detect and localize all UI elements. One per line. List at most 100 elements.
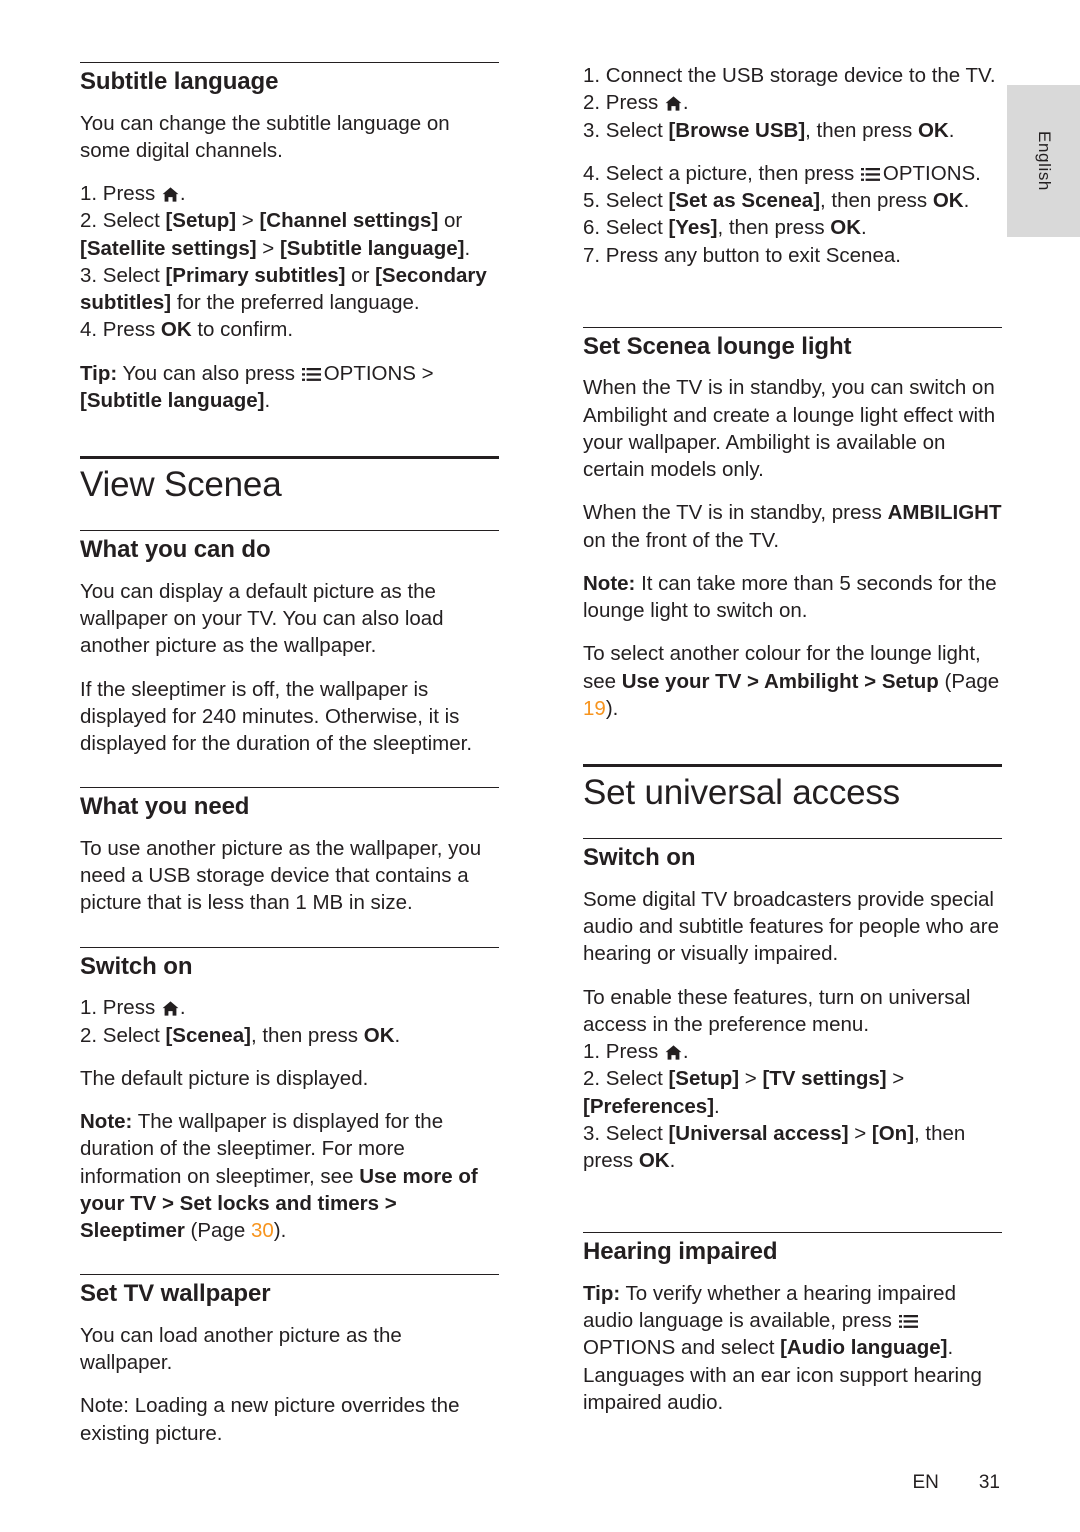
step-2-e: . bbox=[394, 1023, 401, 1047]
step-2-ok: OK bbox=[363, 1023, 395, 1047]
page-reference[interactable]: 30 bbox=[251, 1219, 274, 1242]
para3-crossref: Use your TV > Ambilight > Setup bbox=[621, 669, 939, 693]
lounge-light-para3: To select another colour for the lounge … bbox=[583, 640, 1002, 722]
para2-a: When the TV is in standby, press bbox=[583, 501, 888, 525]
options-icon bbox=[301, 367, 321, 382]
step-1-text: 1. Press bbox=[80, 996, 156, 1020]
step-2-g: . bbox=[714, 1094, 720, 1118]
step-7: 7. Press any button to exit Scenea. bbox=[583, 243, 901, 267]
switch-on-steps: 1. Press . 2. Select [Scenea], then pres… bbox=[80, 994, 499, 1049]
step-2-period: . bbox=[682, 91, 689, 115]
home-icon bbox=[162, 187, 179, 202]
step-3-e: for the preferred language. bbox=[171, 291, 420, 315]
step-5-set-as-scenea: [Set as Scenea] bbox=[668, 189, 821, 212]
heading-hearing-impaired: Hearing impaired bbox=[583, 1238, 778, 1266]
heading-switch-on: Switch on bbox=[583, 844, 696, 872]
note-label: Note: bbox=[583, 571, 636, 595]
subtitle-language-steps: 1. Press . 2. Select [Setup] > [Channel … bbox=[80, 180, 499, 344]
step-2-satellite-settings: [Satellite settings] bbox=[80, 236, 257, 260]
home-icon bbox=[665, 1045, 682, 1060]
step-2-c: > bbox=[236, 209, 260, 233]
step-4-a: 4. Select a picture, then press bbox=[583, 161, 860, 185]
language-tab-label: English bbox=[1034, 131, 1054, 191]
right-column: 1. Connect the USB storage device to the… bbox=[583, 62, 1002, 1432]
ambilight-key: AMBILIGHT bbox=[887, 501, 1002, 525]
wallpaper-steps-group-2: 4. Select a picture, then press OPTIONS.… bbox=[583, 160, 1002, 269]
step-3-on: [On] bbox=[871, 1121, 915, 1145]
step-2-text: 2. Press bbox=[583, 91, 659, 115]
section-divider bbox=[80, 62, 499, 63]
what-you-can-do-para2: If the sleeptimer is off, the wallpaper … bbox=[80, 677, 473, 756]
tip-label: Tip: bbox=[80, 361, 118, 385]
step-3-c: , then press bbox=[805, 118, 918, 142]
step-5-ok: OK bbox=[932, 189, 964, 212]
step-2-a: 2. Select bbox=[80, 1023, 166, 1047]
note-label: Note: bbox=[80, 1110, 133, 1134]
step-5-a: 5. Select bbox=[583, 189, 669, 212]
section-lounge-light: Set Scenea lounge light When the TV is i… bbox=[583, 326, 1002, 722]
section-subtitle-language: Subtitle language You can change the sub… bbox=[80, 62, 499, 414]
tip-b: and select bbox=[675, 1336, 781, 1360]
switch-on-note: Note: The wallpaper is displayed for the… bbox=[80, 1108, 499, 1244]
step-3-c: > bbox=[848, 1121, 872, 1145]
step-3-ok: OK bbox=[917, 118, 949, 142]
note-a: It can take more than 5 seconds for the … bbox=[583, 571, 997, 623]
step-4-c: to confirm. bbox=[191, 318, 294, 342]
page-footer: EN 31 bbox=[0, 1472, 1000, 1494]
section-switch-on-universal-access: Switch on Some digital TV broadcasters p… bbox=[583, 838, 1002, 1174]
step-2-a: 2. Select bbox=[80, 209, 166, 233]
options-icon bbox=[860, 167, 880, 182]
chapter-divider bbox=[80, 456, 499, 460]
lounge-light-para2: When the TV is in standby, press AMBILIG… bbox=[583, 499, 1002, 554]
step-2-i: . bbox=[464, 236, 471, 260]
step-2-c: , then press bbox=[250, 1023, 364, 1047]
wallpaper-steps-group-1: 1. Connect the USB storage device to the… bbox=[583, 62, 1002, 144]
section-switch-on-scenea: Switch on 1. Press . 2. Select [Scenea],… bbox=[80, 946, 499, 1245]
step-6-ok: OK bbox=[830, 216, 862, 240]
step-3-g: . bbox=[669, 1149, 676, 1173]
subtitle-language-intro: You can change the subtitle language on … bbox=[80, 111, 450, 162]
step-5-e: . bbox=[963, 189, 970, 212]
step-2-scenea: [Scenea] bbox=[165, 1023, 251, 1047]
step-3-a: 3. Select bbox=[583, 118, 669, 142]
step-4-options-label: OPTIONS bbox=[882, 161, 976, 185]
tip-b: > bbox=[415, 361, 434, 385]
footer-page-number: 31 bbox=[978, 1472, 1000, 1493]
chapter-view-scenea: View Scenea bbox=[80, 456, 499, 504]
section-set-tv-wallpaper: Set TV wallpaper You can load another pi… bbox=[80, 1274, 499, 1447]
step-2-e: or bbox=[438, 209, 463, 233]
home-icon bbox=[665, 96, 682, 111]
section-what-you-can-do: What you can do You can display a defaul… bbox=[80, 530, 499, 757]
section-wallpaper-steps: 1. Connect the USB storage device to the… bbox=[583, 62, 1002, 269]
page-reference[interactable]: 19 bbox=[583, 697, 606, 720]
step-2-setup: [Setup] bbox=[668, 1067, 740, 1091]
step-5-c: , then press bbox=[820, 189, 933, 212]
home-icon bbox=[162, 1001, 179, 1016]
heading-what-you-need: What you need bbox=[80, 793, 250, 821]
heading-set-universal-access: Set universal access bbox=[583, 773, 900, 813]
manual-page: Subtitle language You can change the sub… bbox=[0, 0, 1080, 1532]
tip-label: Tip: bbox=[583, 1281, 621, 1305]
step-2-channel-settings: [Channel settings] bbox=[259, 209, 439, 233]
step-3-universal-access: [Universal access] bbox=[668, 1121, 849, 1145]
step-3-browse-usb: [Browse USB] bbox=[668, 118, 806, 142]
set-tv-wallpaper-para1: You can load another picture as the wall… bbox=[80, 1323, 402, 1375]
step-2-tv-settings: [TV settings] bbox=[762, 1067, 887, 1091]
footer-language-code: EN bbox=[912, 1472, 939, 1493]
heading-set-tv-wallpaper: Set TV wallpaper bbox=[80, 1280, 271, 1308]
step-3-a: 3. Select bbox=[583, 1121, 669, 1145]
step-1-period: . bbox=[179, 182, 186, 206]
step-3-c: or bbox=[345, 263, 376, 287]
step-3-a: 3. Select bbox=[80, 263, 166, 287]
step-3-ok: OK bbox=[638, 1149, 670, 1173]
chapter-divider bbox=[583, 764, 1002, 768]
tip-d: . bbox=[264, 388, 271, 412]
step-6-c: , then press bbox=[717, 216, 831, 240]
step-4-a: 4. Press bbox=[80, 318, 161, 342]
heading-subtitle-language: Subtitle language bbox=[80, 68, 279, 95]
note-b: (Page bbox=[184, 1219, 251, 1243]
